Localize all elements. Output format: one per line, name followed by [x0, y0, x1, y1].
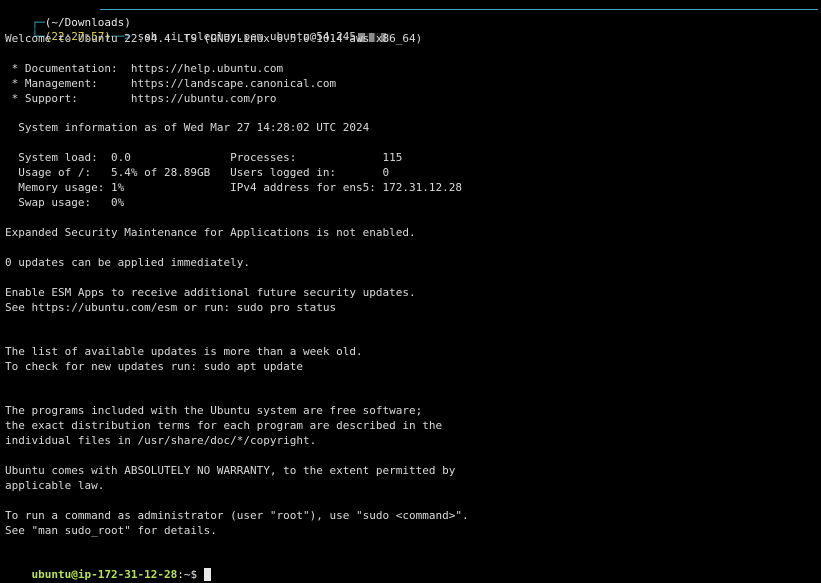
output-line: To run a command as administrator (user …: [5, 509, 469, 522]
output-line: See "man sudo_root" for details.: [5, 524, 217, 537]
prompt-path: :~$: [177, 568, 204, 581]
output-line: System information as of Wed Mar 27 14:2…: [5, 121, 370, 134]
prompt-header-rule: [100, 9, 818, 10]
terminal-window[interactable]: ┌─(~/Downloads) └─(22:27:57)──> ssh -i r…: [0, 0, 821, 583]
output-line: Expanded Security Maintenance for Applic…: [5, 226, 416, 239]
output-line: Welcome to Ubuntu 22.04.4 LTS (GNU/Linux…: [5, 32, 423, 45]
cursor-block[interactable]: [203, 567, 211, 581]
prompt-header-line-2: └─(22:27:57)──> ssh -i roleplay.pem ubun…: [5, 16, 391, 43]
output-line: * Management: https://landscape.canonica…: [5, 77, 337, 90]
output-line: * Documentation: https://help.ubuntu.com: [5, 62, 284, 75]
prompt-header-line-1: ┌─(~/Downloads): [5, 2, 131, 29]
output-line: 0 updates can be applied immediately.: [5, 256, 251, 269]
output-line: Enable ESM Apps to receive additional fu…: [5, 286, 416, 299]
output-line: Ubuntu comes with ABSOLUTELY NO WARRANTY…: [5, 464, 456, 477]
output-line: Memory usage: 1% IPv4 address for ens5: …: [5, 181, 462, 194]
output-line: To check for new updates run: sudo apt u…: [5, 360, 304, 373]
prompt-user-host: ubuntu@ip-172-31-12-28: [31, 568, 178, 581]
output-line: See https://ubuntu.com/esm or run: sudo …: [5, 301, 337, 314]
output-line: Swap usage: 0%: [5, 196, 125, 209]
output-line: the exact distribution terms for each pr…: [5, 419, 443, 432]
shell-prompt-line[interactable]: ubuntu@ip-172-31-12-28:~$: [5, 554, 211, 581]
output-line: The list of available updates is more th…: [5, 345, 363, 358]
output-line: individual files in /usr/share/doc/*/cop…: [5, 434, 317, 447]
output-line: System load: 0.0 Processes: 115: [5, 151, 403, 164]
output-line: The programs included with the Ubuntu sy…: [5, 404, 423, 417]
output-line: Usage of /: 5.4% of 28.89GB Users logged…: [5, 166, 390, 179]
output-line: * Support: https://ubuntu.com/pro: [5, 92, 277, 105]
output-line: applicable law.: [5, 479, 105, 492]
